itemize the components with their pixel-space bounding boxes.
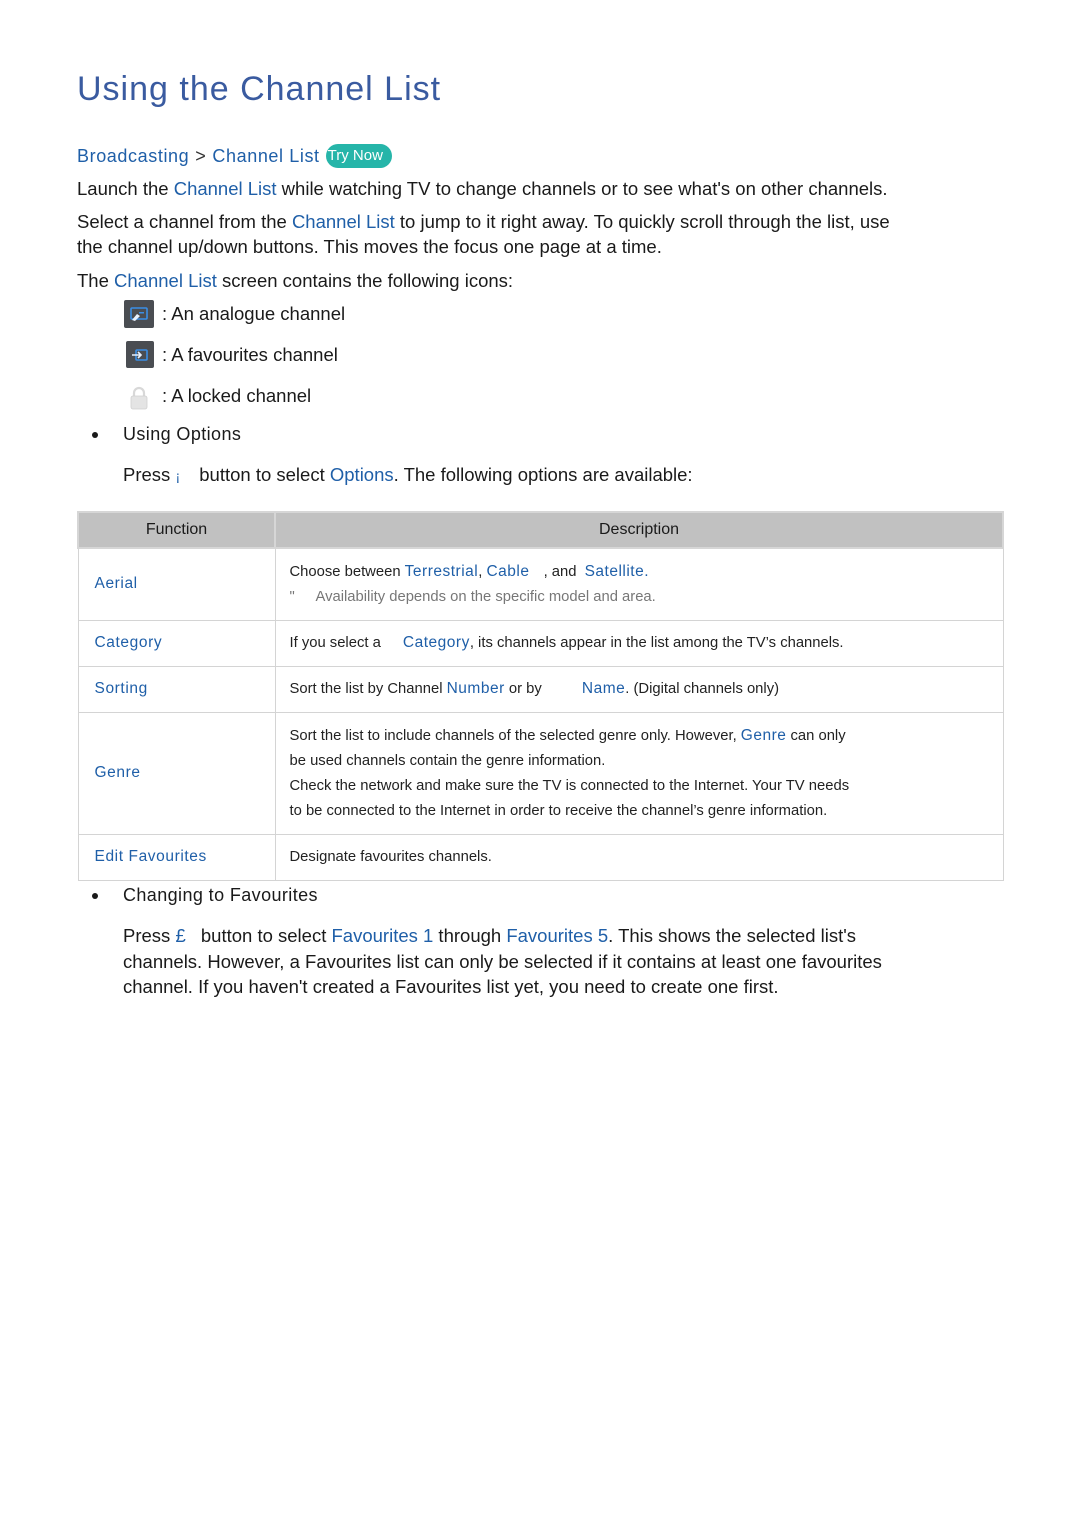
function-category[interactable]: Category xyxy=(77,619,276,667)
description-line: Check the network and make sure the TV i… xyxy=(289,777,850,794)
chevron-right-icon: > xyxy=(195,145,207,166)
options-link[interactable]: Options xyxy=(330,464,394,485)
description-cell: Sort the list to include channels of the… xyxy=(274,711,1004,835)
text: , its channels appear in the list among … xyxy=(469,635,844,651)
column-header-function: Function xyxy=(77,511,276,549)
text: button to select xyxy=(194,464,330,485)
text: Launch the xyxy=(77,178,174,199)
page-title: Using the Channel List xyxy=(77,70,442,108)
function-aerial[interactable]: Aerial xyxy=(77,547,276,621)
text: Press xyxy=(123,925,176,946)
text: the channel up/down buttons. This moves … xyxy=(77,236,662,257)
function-genre[interactable]: Genre xyxy=(77,711,276,835)
text: Select a channel from the xyxy=(77,211,292,232)
description-cell: Sort the list by Channel Number or by Na… xyxy=(274,665,1004,713)
text: while watching TV to change channels or … xyxy=(276,178,888,199)
using-options-heading: Using Options xyxy=(92,424,241,445)
page: Using the Channel List Broadcasting > Ch… xyxy=(0,0,1080,1527)
number-link[interactable]: Number xyxy=(447,680,505,697)
text: . (Digital channels only) xyxy=(625,681,780,697)
changing-favourites-paragraph: Press £ button to select Favourites 1 th… xyxy=(123,923,882,1000)
text: Press xyxy=(123,464,176,485)
text: channel. If you haven't created a Favour… xyxy=(123,976,779,997)
channel-list-link[interactable]: Channel List xyxy=(292,211,395,232)
intro-paragraph-1: Launch the Channel List while watching T… xyxy=(77,176,888,201)
text: to jump to it right away. To quickly scr… xyxy=(394,211,890,232)
category-link[interactable]: Category xyxy=(403,634,470,651)
icon-legend-label: : A locked channel xyxy=(162,385,312,406)
favourites-5-link[interactable]: Favourites 5 xyxy=(506,925,608,946)
text: , and xyxy=(539,563,581,580)
text: The xyxy=(77,270,115,291)
changing-favourites-heading: Changing to Favourites xyxy=(92,885,318,906)
text: . xyxy=(644,562,650,580)
breadcrumb: Broadcasting > Channel List Try Now xyxy=(77,144,392,168)
try-now-button[interactable]: Try Now xyxy=(325,144,392,168)
heading-text: Using Options xyxy=(123,424,242,444)
text: Sort the list by Channel xyxy=(289,681,447,697)
lock-icon xyxy=(124,382,154,410)
table-row: Category If you select a Category, its c… xyxy=(77,619,1004,667)
icon-legend-locked: : A locked channel xyxy=(124,382,311,410)
note-text: Availability depends on the specific mod… xyxy=(315,588,656,605)
text: Choose between xyxy=(289,563,405,580)
channel-list-link[interactable]: Channel List xyxy=(114,270,217,291)
table-row: Genre Sort the list to include channels … xyxy=(77,711,1004,835)
favourites-button-icon: £ xyxy=(175,925,186,946)
text: screen contains the following icons: xyxy=(216,270,514,291)
icon-legend-favourites: : A favourites channel xyxy=(124,341,338,368)
note-line: " Availability depends on the specific mo… xyxy=(290,585,1003,610)
satellite-link[interactable]: Satellite xyxy=(585,563,645,580)
text: or by xyxy=(504,681,546,697)
description-cell: If you select a Category, its channels a… xyxy=(274,619,1004,667)
column-header-description: Description xyxy=(274,511,1004,549)
description-line: be used channels contain the genre infor… xyxy=(289,752,606,769)
bullet-icon xyxy=(92,892,98,899)
text: . The following options are available: xyxy=(393,464,693,485)
table-row: Aerial Choose between Terrestrial, Cable… xyxy=(77,547,1004,621)
function-sorting[interactable]: Sorting xyxy=(77,665,276,713)
text: If you select a xyxy=(289,635,385,651)
table-header-row: Function Description xyxy=(77,511,1004,549)
genre-link[interactable]: Genre xyxy=(741,727,787,744)
cable-link[interactable]: Cable xyxy=(486,563,529,580)
terrestrial-link[interactable]: Terrestrial xyxy=(405,563,479,580)
channel-list-link[interactable]: Channel List xyxy=(174,178,277,199)
favourites-channel-icon xyxy=(126,341,154,368)
options-button-icon: ¡ xyxy=(175,468,181,484)
breadcrumb-broadcasting[interactable]: Broadcasting xyxy=(77,146,189,167)
text: button to select xyxy=(195,925,332,946)
text: through xyxy=(433,925,507,946)
text: channels. However, a Favourites list can… xyxy=(123,950,882,972)
description-line: Sort the list to include channels of the… xyxy=(290,723,1003,749)
using-options-paragraph: Press ¡ button to select Options. The fo… xyxy=(123,462,693,490)
analogue-channel-icon xyxy=(124,300,154,328)
name-link[interactable]: Name xyxy=(582,680,625,697)
intro-paragraph-2: Select a channel from the Channel List t… xyxy=(77,209,890,259)
function-edit-favourites[interactable]: Edit Favourites xyxy=(77,833,276,881)
heading-text: Changing to Favourites xyxy=(123,885,318,905)
text: . This shows the selected list's xyxy=(608,925,857,946)
text: can only xyxy=(786,727,846,744)
description-line: Choose between Terrestrial, Cable , and … xyxy=(290,559,1003,585)
icon-legend-label: : An analogue channel xyxy=(162,303,346,324)
description-cell: Choose between Terrestrial, Cable , and … xyxy=(274,547,1004,621)
note-icon: " xyxy=(289,588,295,605)
intro-paragraph-3: The Channel List screen contains the fol… xyxy=(77,268,513,293)
breadcrumb-channel-list[interactable]: Channel List xyxy=(212,146,319,167)
description-cell: Designate favourites channels. xyxy=(274,833,1004,881)
icon-legend-analogue: : An analogue channel xyxy=(124,300,345,328)
bullet-icon xyxy=(92,431,98,438)
text: Sort the list to include channels of the… xyxy=(289,727,741,744)
icon-legend-label: : A favourites channel xyxy=(162,343,338,365)
favourites-1-link[interactable]: Favourites 1 xyxy=(332,925,434,946)
options-table: Function Description Aerial Choose betwe… xyxy=(77,511,1004,881)
description-line: to be connected to the Internet in order… xyxy=(289,802,828,819)
table-row: Sorting Sort the list by Channel Number … xyxy=(77,665,1004,713)
table-row: Edit Favourites Designate favourites cha… xyxy=(77,833,1004,881)
